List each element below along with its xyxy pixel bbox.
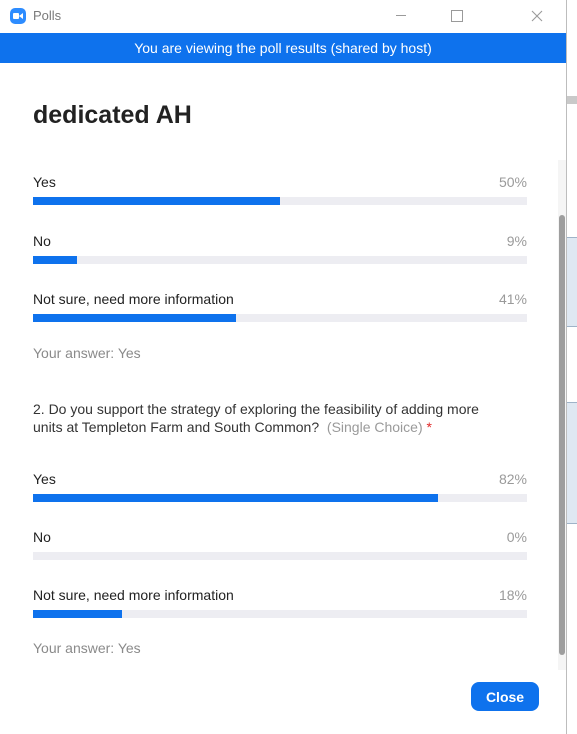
answer-label: No — [33, 233, 51, 249]
answer-percent: 9% — [506, 233, 527, 249]
minimize-icon — [396, 15, 406, 16]
window-title: Polls — [33, 8, 62, 23]
background-app-window — [566, 0, 577, 734]
vertical-scrollbar[interactable] — [558, 160, 566, 670]
answer-percent: 82% — [498, 471, 527, 487]
background-cell — [567, 402, 577, 524]
result-bar-track — [33, 552, 527, 560]
result-bar-fill — [33, 256, 78, 264]
shared-results-banner: You are viewing the poll results (shared… — [0, 33, 566, 63]
answer-row: Yes 82% — [33, 471, 527, 507]
answer-row: Yes 50% — [33, 174, 527, 210]
background-cell — [567, 237, 577, 327]
window-close-button[interactable] — [514, 0, 560, 30]
your-answer: Your answer: Yes — [33, 345, 141, 361]
answer-percent: 0% — [506, 529, 527, 545]
answer-row: Not sure, need more information 18% — [33, 587, 527, 623]
minimize-button[interactable] — [378, 0, 424, 30]
answer-label: Not sure, need more information — [33, 291, 234, 307]
answer-percent: 18% — [498, 587, 527, 603]
your-answer: Your answer: Yes — [33, 640, 141, 656]
answer-label: Yes — [33, 471, 56, 487]
answer-label: Not sure, need more information — [33, 587, 234, 603]
poll-title: dedicated AH — [33, 101, 192, 129]
polls-window: Polls You are viewing the poll results (… — [0, 0, 577, 734]
maximize-icon — [451, 9, 463, 22]
result-bar-fill — [33, 314, 236, 322]
scrollbar-thumb[interactable] — [559, 215, 565, 655]
close-button[interactable]: Close — [471, 682, 539, 711]
answer-label: No — [33, 529, 51, 545]
result-bar-fill — [33, 610, 122, 618]
answer-percent: 50% — [498, 174, 527, 190]
answer-row: No 9% — [33, 233, 527, 269]
result-bar-fill — [33, 197, 280, 205]
close-icon — [531, 10, 543, 21]
answer-percent: 41% — [498, 291, 527, 307]
answer-row: Not sure, need more information 41% — [33, 291, 527, 327]
maximize-button[interactable] — [434, 0, 480, 30]
zoom-camera-icon — [10, 8, 26, 24]
question-text: 2. Do you support the strategy of explor… — [33, 400, 503, 436]
result-bar-track — [33, 494, 527, 502]
required-marker: * — [426, 419, 432, 435]
answer-label: Yes — [33, 174, 56, 190]
answer-row: No 0% — [33, 529, 527, 565]
result-bar-track — [33, 314, 527, 322]
result-bar-fill — [33, 494, 439, 502]
result-bar-track — [33, 197, 527, 205]
result-bar-track — [33, 610, 527, 618]
background-divider — [567, 96, 577, 104]
question-type: (Single Choice) — [326, 419, 423, 435]
poll-content[interactable]: dedicated AH Yes 50% No 9% Not sure, nee… — [0, 63, 558, 734]
result-bar-track — [33, 256, 527, 264]
title-bar[interactable]: Polls — [0, 0, 566, 33]
